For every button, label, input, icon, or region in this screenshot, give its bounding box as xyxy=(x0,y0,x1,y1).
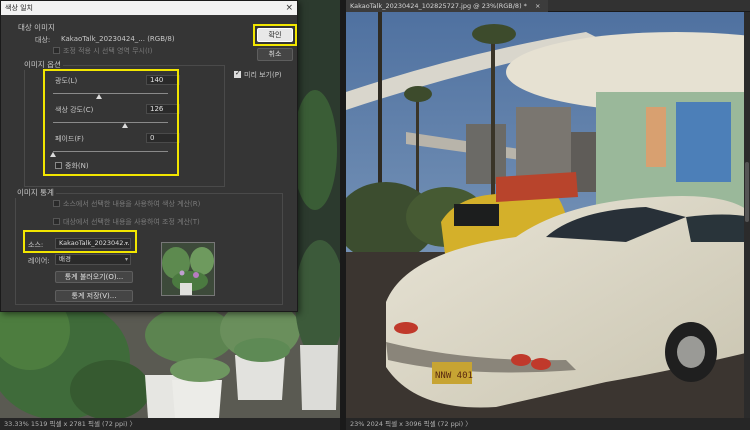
layer-label: 레이어: xyxy=(28,257,50,265)
layer-dropdown[interactable]: 배경 ▾ xyxy=(55,254,131,265)
image-options-highlight xyxy=(43,69,179,176)
preview-label: 미리 보기(P) xyxy=(244,71,282,79)
scrollbar-thumb[interactable] xyxy=(745,162,749,222)
image-statistics-section-title: 이미지 통계 xyxy=(15,187,56,198)
right-document-window: KakaoTalk_20230424_102825727.jpg @ 23%(R… xyxy=(346,0,750,430)
vertical-scrollbar[interactable] xyxy=(744,12,750,418)
match-color-dialog: 색상 일치 × 대상 이미지 대상: KakaoTalk_20230424_..… xyxy=(0,0,298,312)
cancel-button[interactable]: 취소 xyxy=(257,48,293,61)
document-tab[interactable]: KakaoTalk_20230424_102825727.jpg @ 23%(R… xyxy=(346,0,549,12)
load-statistics-button[interactable]: 통계 불러오기(O)... xyxy=(55,271,133,283)
svg-text:NNW 401: NNW 401 xyxy=(435,371,473,381)
ok-button-highlight xyxy=(253,24,297,46)
vintage-car-photo-canvas[interactable]: NNW 401 xyxy=(346,12,750,418)
target-value: KakaoTalk_20230424_... (RGB/8) xyxy=(61,35,175,43)
target-label: 대상: xyxy=(35,36,51,44)
document-tab-bar: KakaoTalk_20230424_102825727.jpg @ 23%(R… xyxy=(346,0,750,12)
close-icon[interactable]: × xyxy=(535,2,540,10)
chevron-down-icon: ▾ xyxy=(124,256,128,263)
ignore-selection-checkbox[interactable] xyxy=(53,47,60,54)
left-status-bar: 33.33% 1519 픽셀 x 2781 픽셀 (72 ppi) 〉 xyxy=(0,418,340,430)
source-preview-thumbnail xyxy=(161,242,215,296)
target-image-section-title: 대상 이미지 xyxy=(18,23,55,32)
layer-dropdown-value: 배경 xyxy=(59,255,71,263)
use-selection-target-label: 대상에서 선택한 내용을 사용하여 조정 계산(T) xyxy=(63,218,200,226)
preview-checkbox[interactable] xyxy=(234,69,241,78)
use-selection-source-label: 소스에서 선택한 내용을 사용하여 색상 계산(R) xyxy=(63,200,201,208)
use-selection-target-checkbox[interactable] xyxy=(53,218,60,225)
use-selection-source-checkbox[interactable] xyxy=(53,200,60,207)
dialog-title: 색상 일치 xyxy=(5,4,33,12)
save-statistics-button[interactable]: 통계 저장(V)... xyxy=(55,290,133,302)
source-highlight xyxy=(23,230,137,253)
right-status-bar: 23% 2024 픽셀 x 3096 픽셀 (72 ppi) 〉 xyxy=(346,418,750,430)
dialog-title-bar[interactable]: 색상 일치 xyxy=(1,1,297,15)
document-tab-title: KakaoTalk_20230424_102825727.jpg @ 23%(R… xyxy=(350,2,527,10)
close-icon[interactable]: × xyxy=(285,1,293,15)
ignore-selection-label: 조정 적용 시 선택 영역 무시(I) xyxy=(63,47,153,55)
